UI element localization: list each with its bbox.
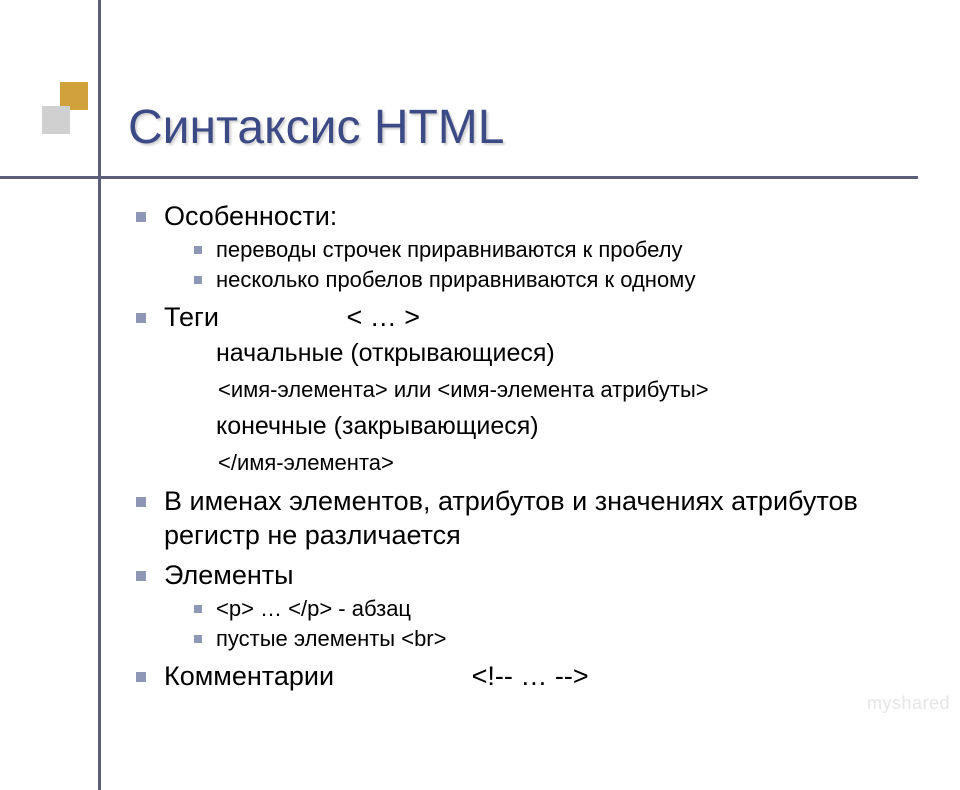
item-label: В именах элементов, атрибутов и значения… [164, 486, 858, 550]
tag-example: </имя-элемента> [164, 448, 928, 479]
grey-square-icon [42, 106, 70, 134]
item-comments: Комментарии <!-- … --> [128, 660, 928, 694]
example-text: или [388, 377, 438, 402]
sub-item: конечные (закрывающиеся) [164, 410, 928, 443]
tag-syntax: < … > [346, 301, 420, 335]
horizontal-rule [0, 176, 918, 179]
vertical-rule [98, 0, 101, 790]
slide-title: Синтаксис HTML [128, 104, 504, 152]
example-text: <имя-элемента> [218, 377, 388, 402]
item-label: Комментарии [164, 661, 334, 691]
item-features: Особенности: переводы строчек приравнива… [128, 200, 928, 295]
item-label: Элементы [164, 560, 294, 590]
item-label: Особенности: [164, 201, 337, 231]
comment-syntax: <!-- … --> [472, 660, 589, 694]
item-case-insensitive: В именах элементов, атрибутов и значения… [128, 485, 928, 553]
slide-body: Особенности: переводы строчек приравнива… [128, 200, 928, 699]
sub-item: переводы строчек приравниваются к пробел… [164, 236, 928, 265]
item-elements: Элементы <p> … </p> - абзац пустые элеме… [128, 559, 928, 654]
watermark: myshared [867, 693, 950, 714]
sub-item: пустые элементы <br> [164, 625, 928, 654]
item-tags: Теги < … > начальные (открывающиеся) <им… [128, 301, 928, 479]
sub-item: <p> … </p> - абзац [164, 595, 928, 624]
sub-item: начальные (открывающиеся) [164, 337, 928, 370]
example-text: <имя-элемента атрибуты> [437, 377, 708, 402]
sub-item: несколько пробелов приравниваются к одно… [164, 266, 928, 295]
item-label: Теги [164, 302, 219, 332]
example-text: </имя-элемента> [218, 450, 394, 475]
tag-example: <имя-элемента> или <имя-элемента атрибут… [164, 375, 928, 406]
